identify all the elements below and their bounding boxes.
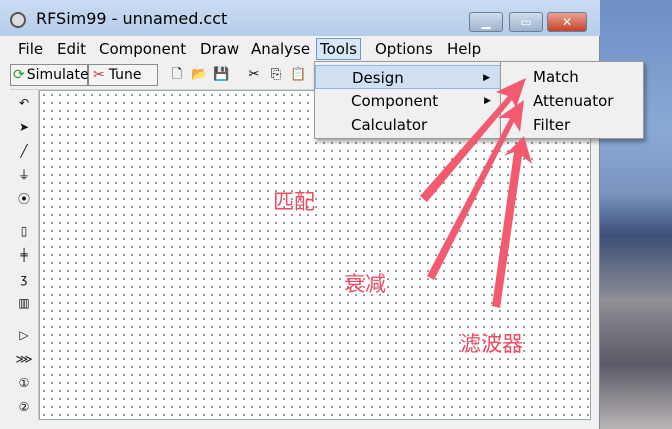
annotation-attenuator: 衰减 (344, 272, 386, 296)
annotation-arrows (420, 78, 532, 308)
arrow-to-filter (492, 136, 532, 308)
annotation-match: 匹配 (273, 190, 315, 214)
annotation-filter: 滤波器 (460, 332, 523, 356)
